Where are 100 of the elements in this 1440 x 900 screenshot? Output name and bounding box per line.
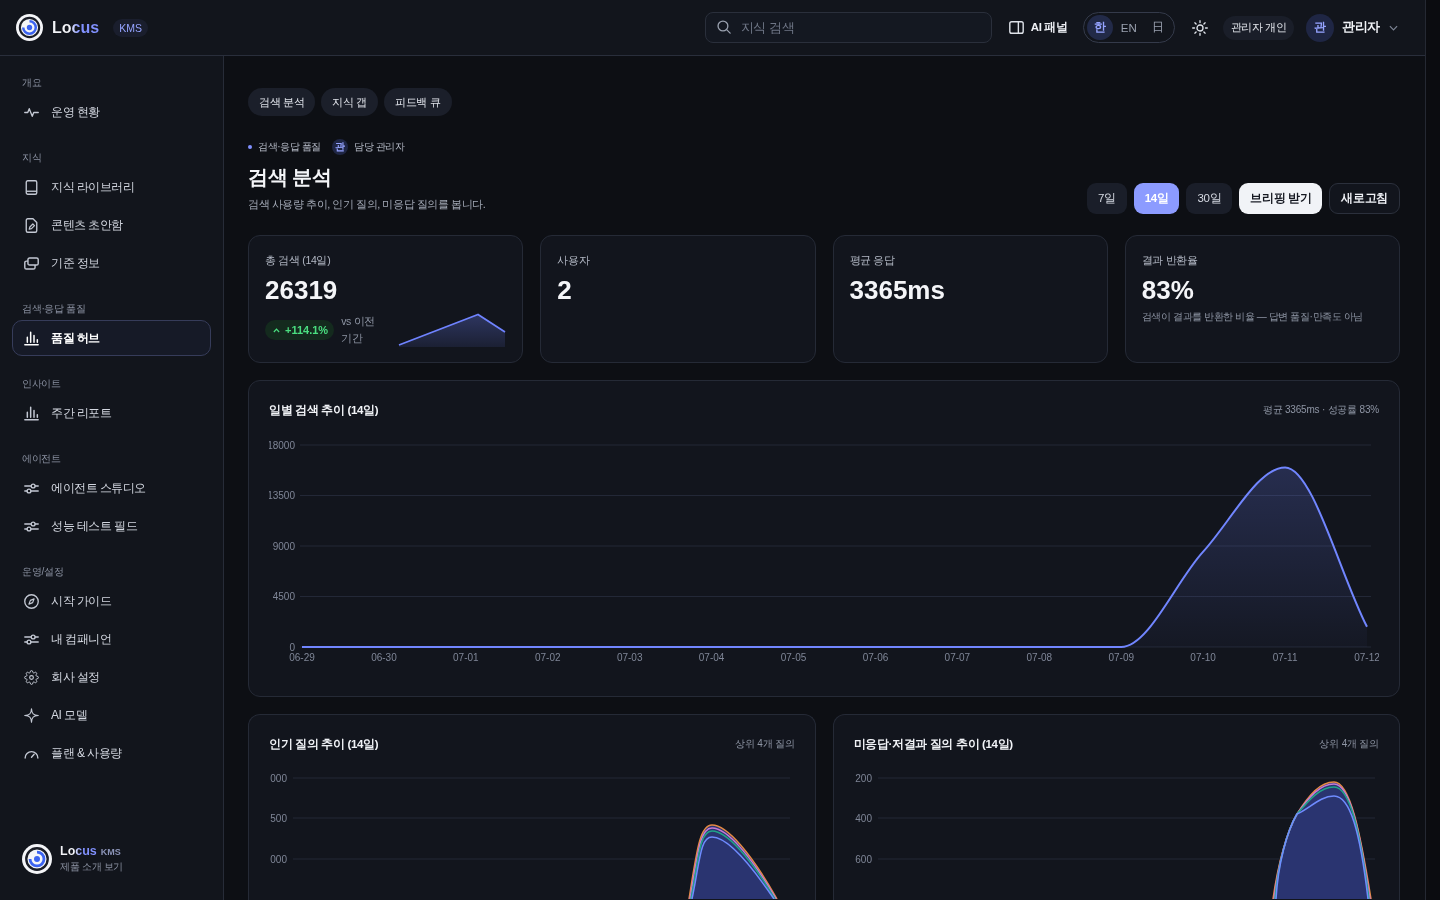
tab[interactable]: 피드백 큐	[384, 88, 452, 116]
y-axis-label: 4500	[272, 591, 295, 602]
compass-icon	[24, 593, 39, 609]
sliders-icon	[24, 518, 39, 534]
trend-value: +114.1%	[285, 324, 329, 336]
y-axis-label: 200	[854, 772, 872, 784]
y-axis-label: 000	[270, 772, 287, 784]
nav-item[interactable]: 기준 정보	[12, 245, 211, 281]
language-option[interactable]: 日	[1144, 15, 1171, 40]
language-option[interactable]: 한	[1086, 15, 1113, 40]
x-axis-label: 07-06	[862, 652, 889, 663]
chevron-down-icon	[1389, 24, 1398, 31]
kpi-value: 26319	[265, 274, 338, 306]
nav-item[interactable]: 성능 테스트 필드	[12, 508, 211, 544]
bar-chart-icon	[24, 330, 39, 346]
owner-avatar: 관	[331, 139, 348, 155]
brand-name: Locus	[60, 844, 97, 858]
kpi-value: 2	[557, 274, 572, 306]
bar-chart-icon	[24, 405, 39, 421]
ai-panel-button[interactable]: AI 패널	[1008, 20, 1068, 35]
user-menu-button[interactable]: 관리자	[1342, 19, 1398, 36]
kpi-label: 결과 반환율	[1141, 253, 1198, 268]
language-option[interactable]: EN	[1115, 15, 1142, 40]
workspace-button[interactable]: 관리자 개인	[1222, 15, 1295, 40]
x-axis-label: 07-01	[453, 652, 479, 663]
chart-summary: 평균 3365ms · 성공률 83%	[1262, 403, 1379, 417]
file-pen-icon	[24, 217, 39, 233]
chart-title: 일별 검색 추이 (14일)	[269, 402, 379, 418]
chart-note: 상위 4개 질의	[734, 737, 795, 751]
kpi-caption: 검색이 결과를 반환한 비율 — 답변 품질·만족도 아님	[1141, 310, 1363, 324]
x-axis-label: 06-30	[371, 652, 397, 663]
x-axis-label: 07-03	[616, 652, 643, 663]
breadcrumb-section: 검색·응답 품질	[258, 140, 321, 154]
sliders-icon	[24, 480, 39, 496]
x-axis-label: 07-11	[1272, 652, 1298, 663]
product-tag: KMS	[113, 18, 148, 37]
y-axis-label: 500	[270, 812, 287, 824]
x-axis-label: 07-09	[1108, 652, 1134, 663]
y-axis-label: 400	[854, 812, 872, 824]
tab[interactable]: 검색 분석	[248, 88, 316, 116]
refresh-button[interactable]: 새로고침	[1329, 183, 1400, 214]
nav-item[interactable]: 플랜 & 사용량	[12, 735, 211, 771]
kpi-label: 총 검색 (14일)	[265, 253, 331, 268]
x-axis-label: 07-02	[535, 652, 561, 663]
logo-icon	[16, 14, 43, 41]
nav-item[interactable]: AI 모델	[12, 697, 211, 733]
nav-item[interactable]: 에이전트 스튜디오	[12, 470, 211, 506]
nav-item[interactable]: 내 컴패니언	[12, 621, 211, 657]
x-axis-label: 07-07	[944, 652, 971, 663]
x-axis-label: 07-10	[1190, 652, 1216, 663]
x-axis-label: 07-08	[1026, 652, 1053, 663]
briefing-button[interactable]: 브리핑 받기	[1239, 183, 1323, 214]
product-tag: KMS	[100, 847, 121, 857]
y-axis-label: 600	[854, 853, 872, 865]
x-axis-label: 07-12	[1354, 652, 1379, 663]
nav-section-title: 운영/설정	[22, 565, 64, 579]
nav-item[interactable]: 운영 현황	[12, 94, 211, 130]
logo-icon	[22, 844, 52, 874]
search-field[interactable]: 지식 검색	[704, 12, 992, 43]
y-axis-label: 9000	[272, 540, 295, 552]
x-axis-label: 06-29	[289, 652, 315, 663]
trend-note: vs 이전 기간	[341, 314, 376, 346]
product-intro-link[interactable]: 제품 소개 보기	[60, 860, 124, 874]
sun-icon[interactable]	[1191, 19, 1208, 36]
nav-section-title: 에이전트	[22, 452, 61, 466]
period-button[interactable]: 30일	[1186, 183, 1233, 214]
nav-item[interactable]: 지식 라이브러리	[12, 169, 211, 205]
user-avatar: 관	[1306, 13, 1335, 42]
y-axis-label: 0	[289, 641, 295, 653]
panel-icon	[1008, 21, 1024, 34]
period-button[interactable]: 7일	[1087, 183, 1127, 214]
nav-item[interactable]: 품질 허브	[12, 320, 211, 356]
y-axis-label: 000	[270, 853, 287, 865]
nav-section-title: 지식	[22, 151, 42, 165]
chart-title: 미응답·저결과 질의 추이 (14일)	[853, 736, 1013, 752]
owner-label: 담당 관리자	[353, 140, 405, 154]
tab[interactable]: 지식 갭	[321, 88, 379, 116]
nav-item[interactable]: 회사 설정	[12, 659, 211, 695]
page-title: 검색 분석	[248, 165, 332, 190]
nav-section-title: 인사이트	[22, 377, 61, 391]
bullet-dot-icon	[248, 145, 252, 149]
stacked-cards-icon	[24, 255, 39, 271]
sliders-icon	[24, 631, 39, 647]
x-axis-label: 07-05	[780, 652, 807, 663]
nav-section-title: 검색·응답 품질	[22, 302, 86, 316]
kpi-label: 평균 응답	[849, 253, 895, 268]
x-axis-label: 07-04	[698, 652, 725, 663]
book-icon	[24, 179, 39, 195]
nav-item[interactable]: 콘텐츠 초안함	[12, 207, 211, 243]
chart-title: 인기 질의 추이 (14일)	[269, 736, 379, 752]
nav-item[interactable]: 시작 가이드	[12, 583, 211, 619]
kpi-label: 사용자	[557, 253, 590, 268]
chart-note: 상위 4개 질의	[1319, 737, 1379, 751]
nav-item[interactable]: 주간 리포트	[12, 395, 211, 431]
search-icon	[716, 20, 731, 34]
kpi-value: 3365ms	[849, 274, 945, 306]
kpi-value: 83%	[1141, 274, 1194, 306]
nav-section-title: 개요	[22, 76, 42, 90]
settings-icon	[24, 669, 39, 685]
page-subtitle: 검색 사용량 추이, 인기 질의, 미응답 질의를 봅니다.	[248, 197, 486, 212]
